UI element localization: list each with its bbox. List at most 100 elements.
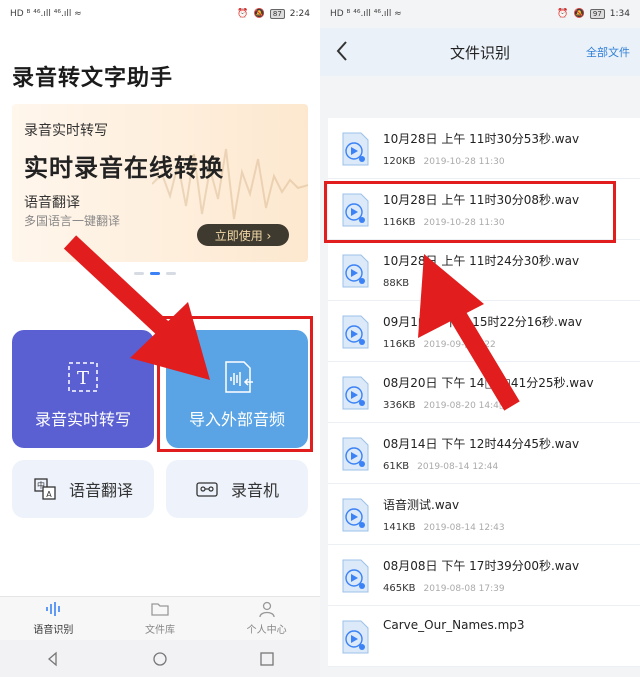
carousel-dot <box>166 272 176 275</box>
carousel-dot-active <box>150 272 160 275</box>
tab-profile[interactable]: 个人中心 <box>213 597 320 640</box>
tab-voice-recognition[interactable]: 语音识别 <box>0 597 107 640</box>
bottom-tab-bar: 语音识别 文件库 个人中心 <box>0 596 320 640</box>
page-header: 文件识别 全部文件 <box>320 28 640 76</box>
file-name: 08月08日 下午 17时39分00秒.wav <box>383 559 580 573</box>
file-list-item[interactable]: 10月28日 上午 11时30分53秒.wav 120KB 2019-10-28 1… <box>328 118 640 179</box>
svg-text:T: T <box>77 368 89 389</box>
file-size: 141KB <box>383 522 416 533</box>
recorder-card[interactable]: 录音机 <box>166 460 308 518</box>
use-now-button[interactable]: 立即使用 › <box>197 224 289 246</box>
back-nav-icon[interactable] <box>45 651 61 667</box>
banner-description: 多国语言一键翻译 <box>24 214 121 228</box>
file-date: 2019-08-14 12:43 <box>423 523 505 533</box>
right-screen: HD ᴮ ⁴⁶.ıll ⁴⁶.ıll ≈ ⏰ 🔕 97 1:34 文件识别 全部… <box>320 0 640 677</box>
status-time: 2:24 <box>289 9 310 19</box>
app-title: 录音转文字助手 <box>12 66 174 91</box>
system-nav-bar <box>0 640 320 677</box>
highlight-box <box>324 181 616 243</box>
status-bar: HD ᴮ ⁴⁶.ıll ⁴⁶.ıll ≈ ⏰ 🔕 97 1:34 <box>320 0 640 28</box>
cassette-icon <box>196 482 218 497</box>
file-size: 61KB <box>383 461 410 472</box>
audio-file-icon <box>342 315 369 349</box>
audio-file-icon <box>342 620 369 654</box>
file-meta: 120KB 2019-10-28 11:30 <box>383 156 505 167</box>
signal-icon: HD ᴮ ⁴⁶.ıll ⁴⁶.ıll ≈ <box>10 9 82 19</box>
file-list-item[interactable]: Carve_Our_Names.mp3 <box>328 606 640 667</box>
status-bar: HD ᴮ ⁴⁶.ıll ⁴⁶.ıll ≈ ⏰ 🔕 87 2:24 <box>0 0 320 28</box>
banner-subtitle: 语音翻译 <box>24 195 80 211</box>
voice-translate-label: 语音翻译 <box>68 481 133 500</box>
file-date: 2019-08-20 14:4□ <box>423 401 508 411</box>
left-screen: HD ᴮ ⁴⁶.ıll ⁴⁶.ıll ≈ ⏰ 🔕 87 2:24 录音转文字助手… <box>0 0 320 677</box>
file-list-item[interactable]: 语音测试.wav 141KB 2019-08-14 12:43 <box>328 484 640 545</box>
tab-label: 个人中心 <box>246 625 287 636</box>
file-name: Carve_Our_Names.mp3 <box>383 618 525 632</box>
audio-file-icon <box>342 559 369 593</box>
file-meta <box>383 644 391 645</box>
file-list-item[interactable]: 10月28日 上午 11时24分30秒.wav 88KB <box>328 240 640 301</box>
banner-headline: 实时录音在线转换 <box>24 154 224 182</box>
promo-banner[interactable]: 录音实时转写 实时录音在线转换 语音翻译 多国语言一键翻译 立即使用 › <box>12 104 308 262</box>
file-name: 09月1□日 下□ 15时22分16秒.wav <box>383 315 583 329</box>
file-size: 116KB <box>383 339 416 350</box>
file-meta: 88KB <box>383 278 417 289</box>
person-icon <box>259 601 275 617</box>
text-frame-icon: T <box>68 362 98 392</box>
audio-file-icon <box>342 498 369 532</box>
file-size: 120KB <box>383 156 416 167</box>
file-list-item[interactable]: 08月20日 下午 14□ □41分25秒.wav 336KB 2019-08-20… <box>328 362 640 423</box>
file-size: 336KB <box>383 400 416 411</box>
file-meta: 116KB 2019-09-□ □22 <box>383 339 496 350</box>
highlight-box <box>157 316 313 452</box>
alarm-icon: ⏰ <box>557 9 569 19</box>
file-meta: 141KB 2019-08-14 12:43 <box>383 522 505 533</box>
recorder-label: 录音机 <box>230 481 279 500</box>
file-size: 88KB <box>383 278 410 289</box>
realtime-transcribe-card[interactable]: T 录音实时转写 <box>12 330 154 448</box>
tab-label: 文件库 <box>145 625 175 636</box>
audio-file-icon <box>342 376 369 410</box>
mute-icon: 🔕 <box>253 9 265 19</box>
file-date: 2019-08-08 17:39 <box>423 584 505 594</box>
file-date: 2019-10-28 11:30 <box>423 157 505 167</box>
svg-text:中: 中 <box>37 480 45 490</box>
file-size: 465KB <box>383 583 416 594</box>
file-date: 2019-09-□ □22 <box>423 340 496 350</box>
recents-nav-icon[interactable] <box>259 651 275 667</box>
translate-icon: 中 A <box>34 478 56 500</box>
tab-label: 语音识别 <box>33 625 74 636</box>
file-name: 语音测试.wav <box>383 498 460 512</box>
tab-file-library[interactable]: 文件库 <box>107 597 214 640</box>
file-name: 10月28日 上午 11时24分30秒.wav <box>383 254 580 268</box>
file-meta: 465KB 2019-08-08 17:39 <box>383 583 505 594</box>
file-list-item[interactable]: 08月14日 下午 12时44分45秒.wav 61KB 2019-08-14 12… <box>328 423 640 484</box>
realtime-transcribe-label: 录音实时转写 <box>34 410 131 429</box>
waveform-icon <box>46 602 61 616</box>
svg-text:A: A <box>46 490 52 499</box>
home-nav-icon[interactable] <box>152 651 168 667</box>
voice-translate-card[interactable]: 中 A 语音翻译 <box>12 460 154 518</box>
battery-icon: 87 <box>269 9 285 19</box>
audio-file-icon <box>342 132 369 166</box>
file-name: 08月14日 下午 12时44分45秒.wav <box>383 437 580 451</box>
file-list-item[interactable]: 08月08日 下午 17时39分00秒.wav 465KB 2019-08-08 1… <box>328 545 640 606</box>
alarm-icon: ⏰ <box>237 9 249 19</box>
file-name: 08月20日 下午 14□ □41分25秒.wav <box>383 376 594 390</box>
carousel-dot <box>134 272 144 275</box>
file-meta: 336KB 2019-08-20 14:4□ <box>383 400 507 411</box>
status-time: 1:34 <box>609 9 630 19</box>
mute-icon: 🔕 <box>573 9 585 19</box>
file-list-item[interactable]: 09月1□日 下□ 15时22分16秒.wav 116KB 2019-09-□ □2… <box>328 301 640 362</box>
folder-icon <box>151 603 169 616</box>
all-files-link[interactable]: 全部文件 <box>586 44 630 60</box>
signal-icon: HD ᴮ ⁴⁶.ıll ⁴⁶.ıll ≈ <box>330 9 402 19</box>
file-meta: 61KB 2019-08-14 12:44 <box>383 461 498 472</box>
file-date: 2019-08-14 12:44 <box>417 462 499 472</box>
carousel-indicator <box>134 272 176 275</box>
banner-caption: 录音实时转写 <box>24 123 108 139</box>
battery-icon: 97 <box>589 9 605 19</box>
audio-file-icon <box>342 437 369 471</box>
file-name: 10月28日 上午 11时30分53秒.wav <box>383 132 580 146</box>
audio-file-icon <box>342 254 369 288</box>
